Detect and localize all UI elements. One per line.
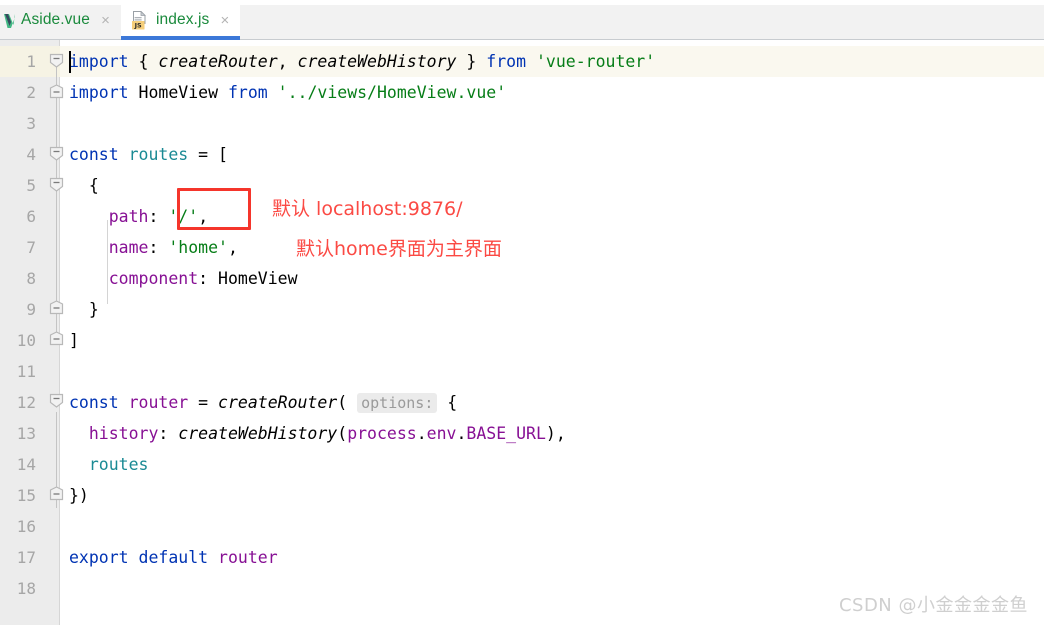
close-icon[interactable]: × (218, 13, 231, 28)
code-line[interactable]: { (69, 170, 99, 201)
code-line[interactable]: }) (69, 480, 89, 511)
code-line[interactable]: routes (69, 449, 149, 480)
code-token: 'home' (168, 238, 228, 257)
annotation-highlight-box (177, 188, 251, 230)
code-token: : (198, 269, 219, 288)
code-token: '../views/HomeView.vue' (277, 83, 507, 102)
code-line[interactable]: const routes = [ (69, 139, 228, 170)
code-line[interactable]: history: createWebHistory(process.env.BA… (69, 418, 566, 449)
code-line[interactable]: const router = createRouter( options: { (69, 387, 457, 418)
watermark: CSDN @小金金金金鱼 (838, 595, 1028, 616)
svg-text:JS: JS (134, 21, 142, 29)
code-token: . (416, 424, 427, 443)
code-token: HomeView (218, 269, 298, 288)
code-token: ] (69, 331, 79, 350)
vue-file-icon (4, 12, 15, 28)
tab-label: index.js (155, 11, 210, 28)
code-token: }) (69, 486, 89, 505)
js-file-icon: JS (131, 10, 149, 30)
code-line[interactable]: import HomeView from '../views/HomeView.… (69, 77, 506, 108)
code-token: HomeView (138, 83, 219, 102)
code-token: createRouter (158, 52, 278, 71)
annotation-text-default-url: 默认 localhost:9876/ (272, 198, 463, 220)
code-line[interactable]: name: 'home', (69, 232, 238, 263)
code-token: routes (128, 145, 189, 164)
code-token: routes (88, 455, 149, 474)
code-token: router (218, 548, 278, 567)
code-token: env (426, 424, 457, 443)
code-token: 'vue-router' (535, 52, 656, 71)
code-editor[interactable]: 1 2 3 4 5 6 7 8 9 10 11 12 13 14 15 16 17 18 (0, 40, 1044, 625)
code-token: router (128, 393, 189, 412)
code-token: { (437, 393, 458, 412)
code-token: const (69, 393, 119, 412)
annotation-text-default-home: 默认home界面为主界面 (296, 238, 502, 260)
code-token: : (148, 238, 169, 257)
code-token: name (108, 238, 149, 257)
close-icon[interactable]: × (99, 13, 112, 28)
code-token: path (108, 207, 149, 226)
code-token: process (347, 424, 417, 443)
code-token: } (466, 52, 477, 71)
ide-window: Aside.vue × JS index.js × 1 2 3 4 5 6 7 … (0, 0, 1044, 625)
code-line[interactable]: export default router (69, 542, 278, 573)
code-token: createWebHistory (178, 424, 338, 443)
code-token: : (158, 424, 179, 443)
code-line[interactable]: component: HomeView (69, 263, 298, 294)
code-token: } (69, 300, 99, 319)
code-token: from (486, 52, 527, 71)
code-line[interactable]: } (69, 294, 99, 325)
code-token: import (69, 83, 129, 102)
code-token: component (108, 269, 199, 288)
code-token: { (69, 176, 99, 195)
code-token: { (138, 52, 149, 71)
code-token: export (69, 548, 129, 567)
code-content[interactable]: import { createRouter, createWebHistory … (0, 40, 1044, 625)
code-token: BASE_URL (466, 424, 546, 443)
code-token: . (456, 424, 467, 443)
code-token: from (227, 83, 268, 102)
code-token: history (88, 424, 159, 443)
code-token: , (277, 52, 298, 71)
code-token: createWebHistory (297, 52, 457, 71)
text-caret (69, 51, 71, 73)
code-token: import (69, 52, 129, 71)
code-token: default (138, 548, 209, 567)
code-line[interactable]: import { createRouter, createWebHistory … (69, 46, 655, 77)
code-line[interactable]: ] (69, 325, 79, 356)
code-token: , (227, 238, 238, 257)
editor-tab-bar: Aside.vue × JS index.js × (0, 0, 1044, 40)
code-token: ( (337, 424, 348, 443)
code-token: options: (357, 393, 438, 413)
code-token: createRouter (218, 393, 338, 412)
code-token: ), (545, 424, 566, 443)
tab-aside-vue[interactable]: Aside.vue × (0, 0, 121, 40)
code-token: = [ (188, 145, 228, 164)
code-token: ( (337, 393, 358, 412)
code-token: const (69, 145, 119, 164)
code-token: = (188, 393, 219, 412)
tab-label: Aside.vue (21, 11, 90, 28)
tab-index-js[interactable]: JS index.js × (120, 0, 241, 40)
code-token: : (148, 207, 169, 226)
